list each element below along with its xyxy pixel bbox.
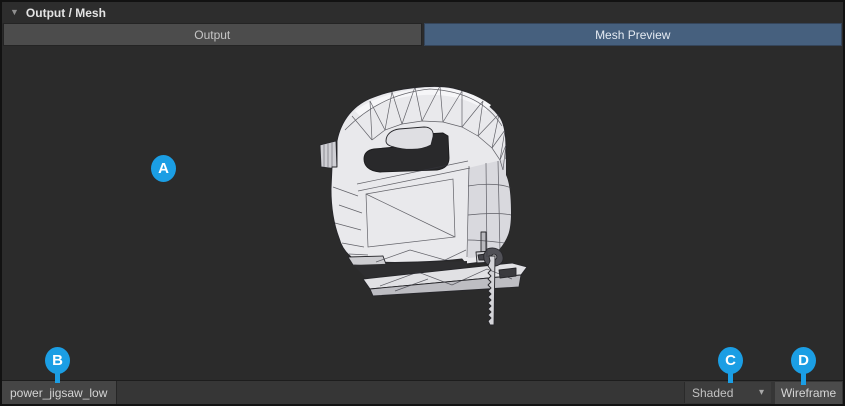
- wireframe-toggle-button[interactable]: Wireframe: [775, 382, 842, 404]
- preview-status-bar: power_jigsaw_low Shaded ▾ Wireframe: [2, 380, 843, 404]
- annotation-badge-d: D: [791, 347, 816, 374]
- tab-mesh-preview[interactable]: Mesh Preview: [424, 23, 843, 46]
- tab-bar: Output Mesh Preview: [3, 23, 842, 46]
- foldout-triangle-icon[interactable]: ▼: [10, 8, 19, 17]
- shading-mode-dropdown[interactable]: Shaded ▾: [684, 382, 771, 403]
- chevron-down-icon: ▾: [759, 387, 764, 398]
- annotation-badge-c: C: [718, 347, 743, 374]
- annotation-badge-a: A: [151, 155, 176, 182]
- panel-title: Output / Mesh: [26, 6, 106, 20]
- shading-mode-value: Shaded: [692, 386, 733, 400]
- annotation-badge-b: B: [45, 347, 70, 374]
- mesh-preview-canvas[interactable]: [2, 47, 843, 379]
- mesh-name-label: power_jigsaw_low: [2, 381, 117, 404]
- panel-header: ▼ Output / Mesh: [2, 2, 843, 23]
- tab-output[interactable]: Output: [3, 23, 422, 46]
- output-mesh-panel: ▼ Output / Mesh Output Mesh Preview: [0, 0, 845, 406]
